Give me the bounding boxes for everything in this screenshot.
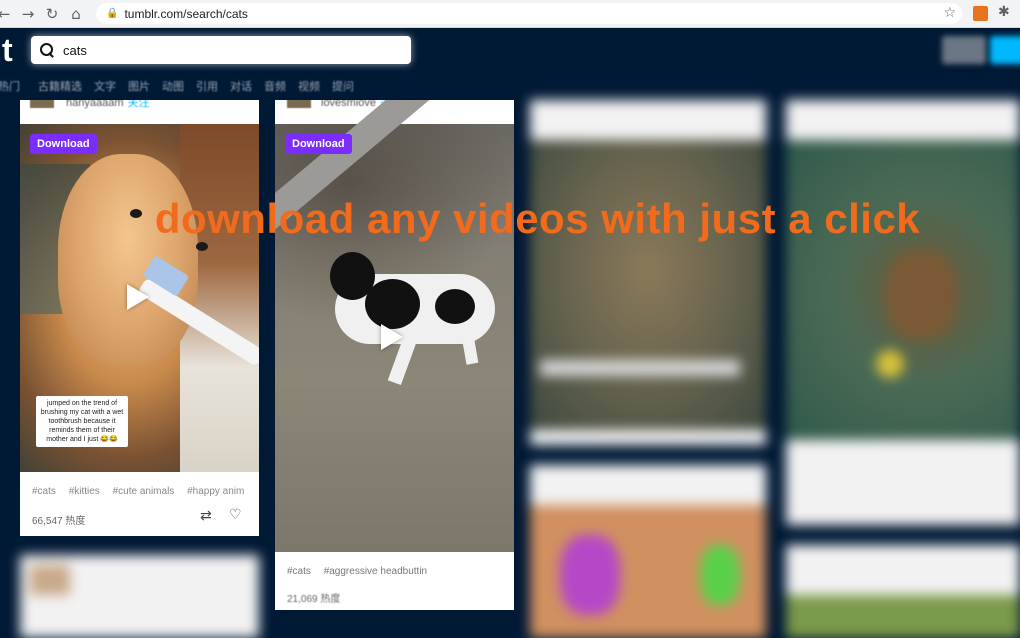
video-player[interactable]: Download jumped on the trend of brushing…	[20, 124, 259, 472]
tumblr-header: t	[0, 28, 1020, 72]
post-card	[20, 555, 259, 638]
note-count[interactable]: 66,547 热度	[32, 512, 85, 527]
promo-headline: download any videos with just a click	[154, 195, 921, 242]
login-button[interactable]	[942, 36, 986, 64]
reblog-icon[interactable]: ⇄	[200, 508, 212, 524]
address-bar[interactable]: 🔒 tumblr.com/search/cats ☆	[96, 3, 962, 24]
tag-link[interactable]: #aggressive headbuttin	[324, 566, 427, 577]
download-button[interactable]: Download	[285, 134, 352, 154]
search-input[interactable]	[63, 42, 363, 58]
signup-button[interactable]	[990, 36, 1020, 64]
tab-ask[interactable]: 提问	[332, 78, 354, 94]
tab-gif[interactable]: 动图	[162, 78, 184, 94]
download-button[interactable]: Download	[30, 134, 97, 154]
arrow-right-icon[interactable]: →	[16, 2, 40, 26]
play-icon[interactable]	[127, 284, 149, 310]
tab-text[interactable]: 文字	[94, 78, 116, 94]
video-player[interactable]: Download	[275, 100, 514, 552]
post-tags: #cats #aggressive headbuttin	[287, 566, 437, 577]
tag-link[interactable]: #happy anim	[187, 486, 244, 497]
post-username[interactable]: hanyaaaam 关注	[66, 100, 150, 110]
post-card	[786, 100, 1020, 525]
note-count[interactable]: 21,069 热度	[287, 590, 340, 605]
post-card: hanyaaaam 关注 Download jumped on the trend…	[20, 100, 259, 536]
tab-quote[interactable]: 引用	[196, 78, 218, 94]
arrow-left-icon[interactable]: ←	[0, 2, 16, 26]
star-icon[interactable]: ☆	[943, 5, 956, 21]
tab-chat[interactable]: 对话	[230, 78, 252, 94]
avatar[interactable]	[287, 100, 311, 108]
post-card	[786, 545, 1020, 638]
reload-icon[interactable]: ↻	[40, 2, 64, 26]
avatar[interactable]	[30, 100, 54, 108]
tag-link[interactable]: #cats	[287, 566, 311, 577]
browser-toolbar: ← → ↻ ⌂ 🔒 tumblr.com/search/cats ☆ ✱	[0, 0, 1020, 28]
tab-featured[interactable]: 古籍精选	[38, 78, 82, 94]
tumblr-logo[interactable]: t	[2, 30, 13, 70]
tag-link[interactable]: #cats	[32, 486, 56, 497]
video-caption: jumped on the trend of brushing my cat w…	[36, 396, 128, 447]
tab-audio[interactable]: 音频	[264, 78, 286, 94]
play-icon[interactable]	[381, 324, 403, 350]
post-card	[530, 100, 766, 445]
post-card: lovesmiove关注 Download #cats #aggressive …	[275, 100, 514, 610]
lock-icon: 🔒	[106, 8, 119, 19]
post-card	[530, 465, 766, 638]
search-filter-tabs: 热门 古籍精选 文字 图片 动图 引用 对话 音频 视频 提问	[0, 72, 1020, 100]
post-header: hanyaaaam 关注	[20, 100, 259, 124]
search-box[interactable]	[31, 36, 411, 64]
heart-icon[interactable]: ♡	[229, 507, 242, 523]
orange-extension-icon[interactable]	[973, 6, 988, 21]
post-tags: #cats #kitties #cute animals #happy anim	[32, 486, 254, 497]
tag-link[interactable]: #kitties	[69, 486, 100, 497]
puzzle-icon[interactable]: ✱	[998, 4, 1013, 20]
tab-photo[interactable]: 图片	[128, 78, 150, 94]
tab-video[interactable]: 视频	[298, 78, 320, 94]
follow-link[interactable]: 关注	[128, 100, 150, 109]
url-text: tumblr.com/search/cats	[124, 6, 248, 21]
tag-link[interactable]: #cute animals	[113, 486, 175, 497]
home-icon[interactable]: ⌂	[64, 2, 88, 26]
search-icon	[39, 42, 55, 58]
tab-trending[interactable]: 热门	[0, 78, 20, 94]
